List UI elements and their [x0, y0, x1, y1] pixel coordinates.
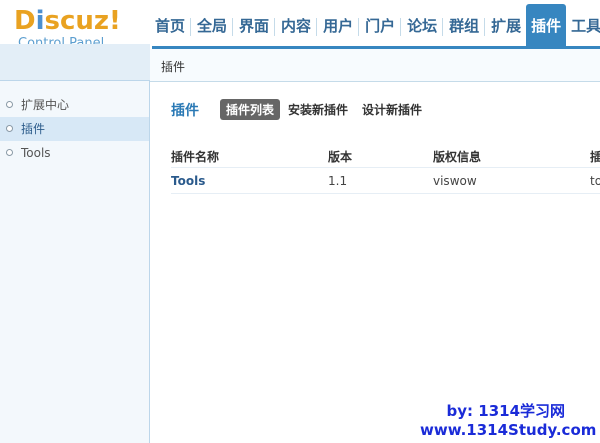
page-title: 插件 [171, 103, 199, 119]
sidebar-header [0, 44, 150, 80]
nav-separator [358, 18, 360, 36]
tab-install-plugin[interactable]: 安装新插件 [282, 99, 354, 120]
col-header-version: 版本 [328, 150, 353, 164]
watermark-line-2: www.1314Study.com [420, 421, 597, 439]
watermark-line-1: by: 1314学习网 [446, 402, 565, 420]
nav-separator [274, 18, 276, 36]
nav-users[interactable]: 用户 [320, 0, 356, 46]
breadcrumb-current: 插件 [161, 60, 186, 74]
nav-home[interactable]: 首页 [152, 0, 188, 46]
main-content: 插件 插件列表 安装新插件 设计新插件 插件名称 版本 版权信息 插 Tools… [150, 82, 600, 443]
col-header-copyright: 版权信息 [433, 150, 482, 164]
nav-portal[interactable]: 门户 [362, 0, 398, 46]
plugin-table: 插件名称 版本 版权信息 插 Tools 1.1 viswow to [171, 142, 600, 194]
nav-groups[interactable]: 群组 [446, 0, 482, 46]
table-header-row: 插件名称 版本 版权信息 插 [171, 142, 600, 168]
nav-style[interactable]: 界面 [236, 0, 272, 46]
sidebar-item-extension-center[interactable]: 扩展中心 [0, 93, 149, 117]
nav-plugins[interactable]: 插件 [526, 4, 567, 46]
nav-separator [232, 18, 234, 36]
col-header-truncated: 插 [590, 150, 600, 164]
sub-tabs: 插件列表 安装新插件 设计新插件 [220, 99, 430, 120]
top-nav: 首页 全局 界面 内容 用户 门户 论坛 群组 扩展 插件 工具 站 [152, 0, 600, 46]
plugin-identifier: to [590, 174, 600, 188]
nav-separator [442, 18, 444, 36]
nav-forum[interactable]: 论坛 [404, 0, 440, 46]
nav-separator [316, 18, 318, 36]
bullet-icon [6, 125, 13, 132]
logo-letter-i: i [35, 6, 45, 36]
nav-separator [190, 18, 192, 36]
bullet-icon [6, 149, 13, 156]
tab-plugin-list[interactable]: 插件列表 [220, 99, 281, 120]
sidebar: 扩展中心 插件 Tools [0, 81, 150, 443]
sidebar-item-plugins[interactable]: 插件 [0, 117, 149, 141]
header: Discuz! Control Panel 首页 全局 界面 内容 用户 门户 … [0, 0, 600, 51]
sidebar-item-label: 扩展中心 [21, 98, 70, 112]
tab-design-plugin[interactable]: 设计新插件 [356, 99, 428, 120]
nav-separator [400, 18, 402, 36]
bullet-icon [6, 101, 13, 108]
breadcrumb: 插件 [150, 49, 600, 82]
nav-global[interactable]: 全局 [194, 0, 230, 46]
plugin-version: 1.1 [328, 174, 348, 188]
sidebar-item-label: Tools [21, 146, 51, 160]
col-header-name: 插件名称 [171, 150, 220, 164]
nav-separator [484, 18, 486, 36]
nav-content[interactable]: 内容 [278, 0, 314, 46]
sidebar-item-label: 插件 [21, 122, 46, 136]
sidebar-item-tools[interactable]: Tools [0, 141, 149, 165]
nav-tools[interactable]: 工具 [568, 0, 600, 46]
logo-brand: Discuz! [14, 6, 121, 36]
nav-extend[interactable]: 扩展 [488, 0, 524, 46]
table-row: Tools 1.1 viswow to [171, 168, 600, 194]
plugin-copyright: viswow [433, 174, 477, 188]
plugin-name-link[interactable]: Tools [171, 174, 321, 188]
watermark: by: 1314学习网 www.1314Study.com [420, 402, 600, 440]
